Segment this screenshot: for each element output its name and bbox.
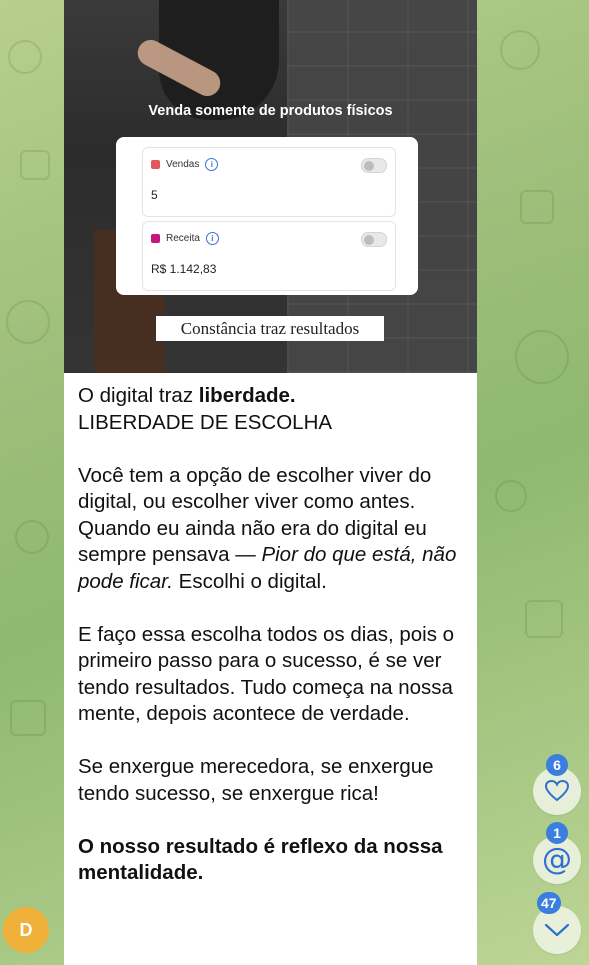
- metric-vendas: Vendas i 5: [142, 147, 396, 217]
- info-icon: i: [205, 232, 219, 245]
- p1-text: O digital traz: [78, 384, 199, 407]
- heart-icon: [544, 779, 570, 802]
- chevron-down-icon: [544, 923, 570, 937]
- wallpaper-doodle: [495, 480, 527, 512]
- wallpaper-doodle: [520, 190, 554, 224]
- paragraph-5: O nosso resultado é reflexo da nossa men…: [78, 834, 477, 887]
- wallpaper-doodle: [15, 520, 49, 554]
- receita-color-swatch: [151, 234, 160, 243]
- reactions-count-badge: 6: [546, 754, 568, 776]
- wallpaper-doodle: [500, 30, 540, 70]
- wallpaper-doodle: [525, 600, 563, 638]
- mentions-count-badge: 1: [546, 822, 568, 844]
- metric-value: 5: [151, 188, 158, 202]
- wallpaper-doodle: [515, 330, 569, 384]
- metric-value: R$ 1.142,83: [151, 262, 217, 276]
- image-title: Venda somente de produtos físicos: [148, 103, 393, 119]
- vendas-color-swatch: [151, 160, 160, 169]
- p1-line2: LIBERDADE DE ESCOLHA: [78, 410, 333, 434]
- paragraph-1: O digital traz liberdade. LIBERDADE DE E…: [78, 383, 477, 436]
- metrics-card: Vendas i 5 Receita i R$ 1.142,83: [116, 137, 418, 295]
- p2-text-end: Escolhi o digital.: [172, 569, 327, 593]
- metric-label: Receita: [166, 233, 200, 244]
- metric-label: Vendas: [166, 159, 200, 170]
- vendas-toggle: [361, 158, 387, 173]
- wallpaper-doodle: [20, 150, 50, 180]
- paragraph-2: Você tem a opção de escolher viver do di…: [78, 463, 477, 596]
- at-sign-icon: @: [542, 842, 572, 877]
- message-bubble[interactable]: Venda somente de produtos físicos Vendas…: [64, 0, 477, 965]
- paragraph-4: Se enxergue merecedora, se enxergue tend…: [78, 755, 434, 805]
- wallpaper-doodle: [6, 300, 50, 344]
- wallpaper-doodle: [10, 700, 46, 736]
- message-text: O digital traz liberdade. LIBERDADE DE E…: [78, 383, 477, 913]
- avatar[interactable]: D: [3, 907, 49, 953]
- wallpaper-doodle: [8, 40, 42, 74]
- image-caption: Constância traz resultados: [156, 316, 384, 341]
- p1-bold: liberdade.: [198, 384, 296, 407]
- receita-toggle: [361, 232, 387, 247]
- info-icon: i: [205, 158, 219, 171]
- post-image[interactable]: Venda somente de produtos físicos Vendas…: [64, 0, 477, 373]
- paragraph-3: E faço essa escolha todos os dias, pois …: [78, 622, 455, 726]
- metric-receita: Receita i R$ 1.142,83: [142, 221, 396, 291]
- unread-count-badge: 47: [537, 892, 561, 914]
- p5-bold: O nosso resultado é reflexo da nossa men…: [78, 834, 443, 885]
- scroll-down-button[interactable]: [533, 906, 581, 954]
